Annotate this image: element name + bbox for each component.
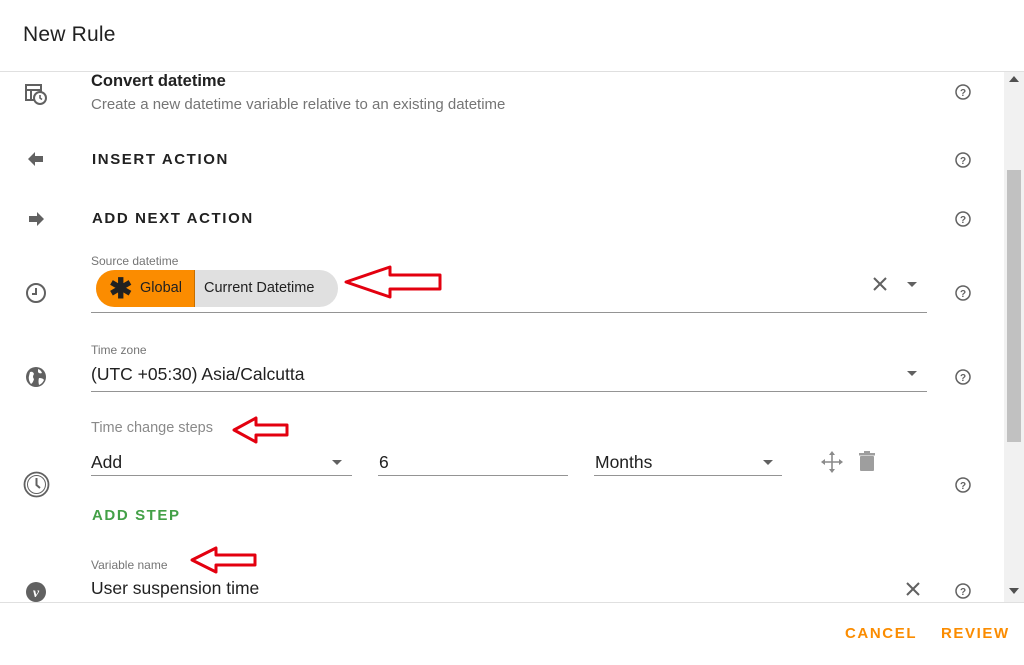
dialog-header: New Rule	[0, 0, 1024, 72]
review-button[interactable]: REVIEW	[941, 625, 1010, 642]
annotation-arrow	[232, 416, 289, 444]
svg-text:?: ?	[960, 289, 966, 300]
asterisk-icon: ✱	[109, 273, 133, 304]
arrow-left-icon	[24, 147, 48, 171]
svg-text:?: ?	[960, 373, 966, 384]
step-amount-underline	[378, 475, 568, 476]
datetime-convert-icon	[24, 82, 48, 106]
global-scope-chip: ✱ Global	[96, 270, 195, 307]
time-change-steps-label: Time change steps	[91, 420, 213, 436]
time-zone-select[interactable]: (UTC +05:30) Asia/Calcutta	[91, 364, 305, 385]
step-amount-input[interactable]: 6	[379, 452, 389, 473]
clock-icon	[24, 281, 48, 305]
move-arrows-icon[interactable]	[820, 450, 844, 474]
stopwatch-clock-icon	[23, 471, 50, 498]
step-operation-select[interactable]: Add	[91, 452, 122, 473]
chevron-down-icon[interactable]	[907, 282, 917, 287]
arrow-right-icon	[24, 207, 48, 231]
step-operation-underline	[91, 475, 352, 476]
add-next-action-button[interactable]: ADD NEXT ACTION	[92, 210, 254, 227]
dialog-title: New Rule	[23, 23, 116, 46]
close-icon[interactable]	[871, 275, 889, 293]
dialog-content[interactable]: Convert datetime Create a new datetime v…	[0, 72, 1004, 602]
svg-text:?: ?	[960, 587, 966, 598]
svg-text:v: v	[33, 586, 40, 601]
source-datetime-value: Current Datetime	[204, 280, 315, 296]
time-zone-label: Time zone	[91, 343, 147, 357]
annotation-arrow	[344, 265, 442, 299]
svg-text:?: ?	[960, 156, 966, 167]
time-zone-underline	[91, 391, 927, 392]
insert-action-button[interactable]: INSERT ACTION	[92, 151, 229, 168]
annotation-arrow	[190, 546, 257, 574]
svg-text:?: ?	[960, 88, 966, 99]
convert-datetime-subtitle: Create a new datetime variable relative …	[91, 96, 506, 113]
global-scope-label: Global	[140, 280, 182, 296]
source-datetime-underline	[91, 312, 927, 313]
svg-text:?: ?	[960, 215, 966, 226]
help-circle-icon[interactable]: ?	[954, 368, 972, 386]
scroll-down-arrow-icon[interactable]	[1009, 588, 1019, 594]
step-unit-select[interactable]: Months	[595, 452, 652, 473]
svg-text:?: ?	[960, 481, 966, 492]
help-circle-icon[interactable]: ?	[954, 582, 972, 600]
trash-icon[interactable]	[857, 450, 877, 472]
close-icon[interactable]	[904, 580, 922, 598]
help-circle-icon[interactable]: ?	[954, 210, 972, 228]
step-unit-underline	[594, 475, 782, 476]
help-circle-icon[interactable]: ?	[954, 284, 972, 302]
convert-datetime-title: Convert datetime	[91, 72, 226, 90]
variable-name-input[interactable]: User suspension time	[91, 578, 259, 599]
globe-icon	[24, 365, 48, 389]
variable-name-label: Variable name	[91, 558, 168, 572]
help-circle-icon[interactable]: ?	[954, 476, 972, 494]
scrollbar-thumb[interactable]	[1007, 170, 1021, 442]
cancel-button[interactable]: CANCEL	[845, 625, 917, 642]
help-circle-icon[interactable]: ?	[954, 151, 972, 169]
new-rule-dialog: New Rule Convert datetime Create a new d…	[0, 0, 1024, 665]
variable-v-icon: v	[24, 580, 48, 602]
source-datetime-label: Source datetime	[91, 254, 179, 268]
source-datetime-chip[interactable]: ✱ Global Current Datetime	[96, 270, 338, 307]
dialog-footer: CANCEL REVIEW	[0, 602, 1024, 665]
vertical-scrollbar[interactable]	[1004, 72, 1024, 602]
chevron-down-icon[interactable]	[907, 371, 917, 376]
chevron-down-icon[interactable]	[763, 460, 773, 465]
help-circle-icon[interactable]: ?	[954, 83, 972, 101]
scroll-up-arrow-icon[interactable]	[1009, 76, 1019, 82]
chevron-down-icon[interactable]	[332, 460, 342, 465]
add-step-button[interactable]: ADD STEP	[92, 507, 181, 524]
